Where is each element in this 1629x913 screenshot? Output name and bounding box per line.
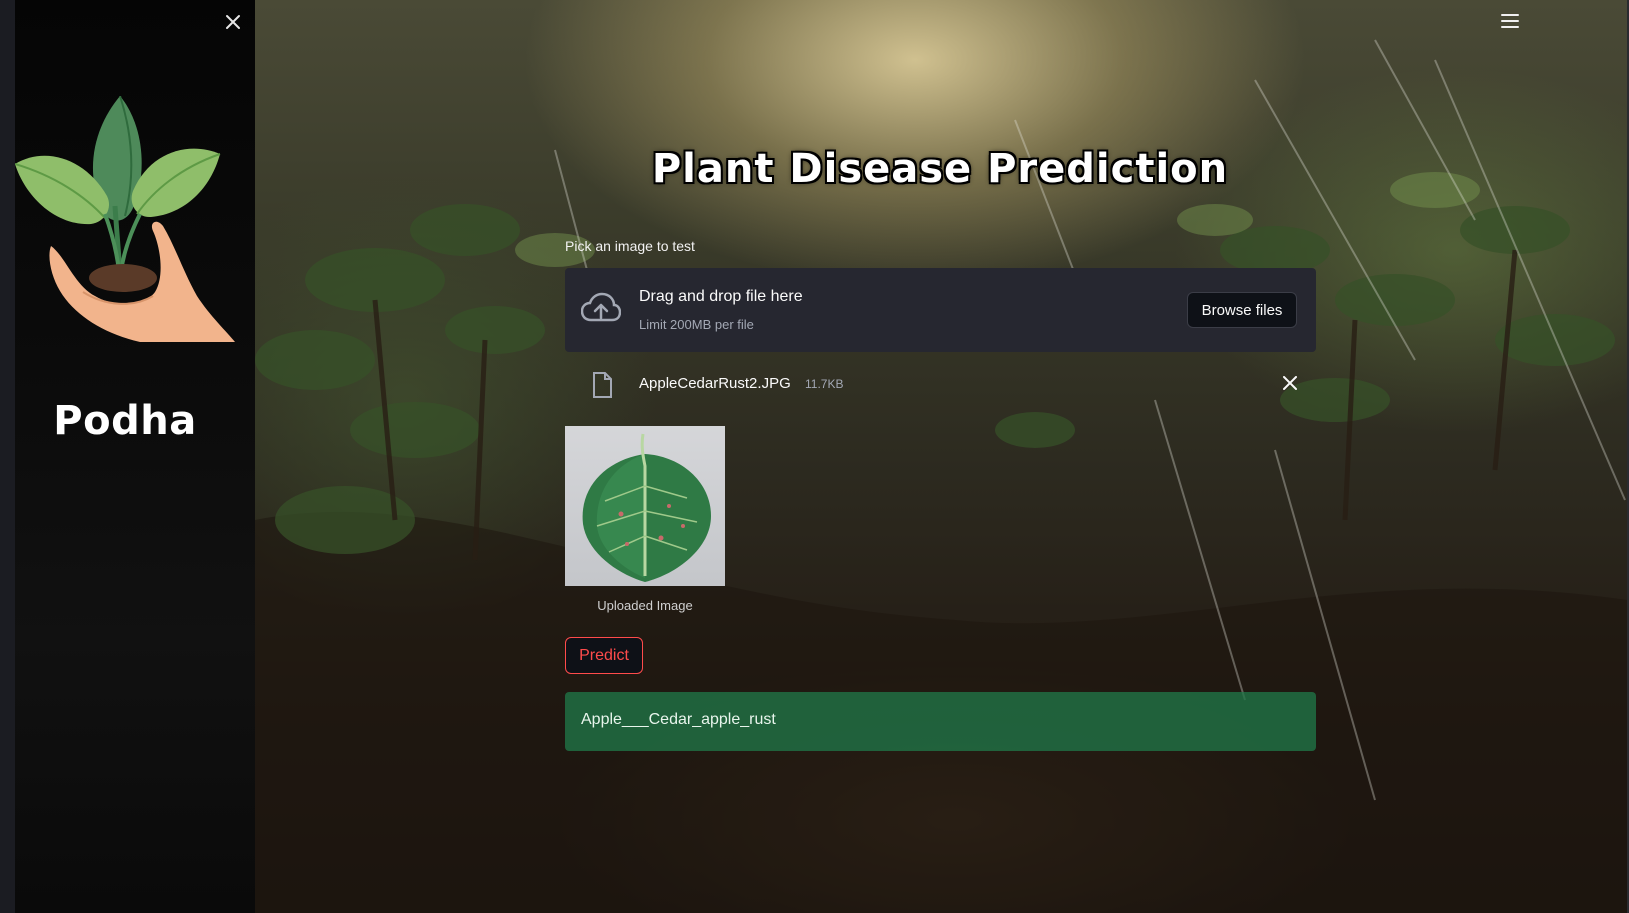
dropzone-limit: Limit 200MB per file xyxy=(639,317,754,332)
close-icon xyxy=(226,15,240,29)
cloud-upload-icon xyxy=(581,292,621,322)
file-dropzone[interactable]: Drag and drop file here Limit 200MB per … xyxy=(565,268,1316,352)
prediction-result: Apple___Cedar_apple_rust xyxy=(565,692,1316,751)
brand-name: Podha xyxy=(53,398,197,444)
prediction-result-text: Apple___Cedar_apple_rust xyxy=(581,711,776,728)
file-size: 11.7KB xyxy=(805,377,844,391)
file-icon xyxy=(593,372,612,398)
plant-in-hand-logo xyxy=(15,96,236,342)
page-title: Plant Disease Prediction xyxy=(651,146,1229,192)
image-caption: Uploaded Image xyxy=(597,598,693,613)
main-area: Plant Disease Prediction Pick an image t… xyxy=(255,0,1627,913)
dropzone-title: Drag and drop file here xyxy=(639,288,803,305)
background-plants-image xyxy=(255,39,1627,913)
file-name: AppleCedarRust2.JPG xyxy=(639,375,791,392)
app-window: Podha Plant Disease Prediction Pick an i… xyxy=(0,0,1629,913)
predict-button[interactable]: Predict xyxy=(565,637,643,674)
sidebar-close-button[interactable] xyxy=(219,8,247,36)
hamburger-menu-icon xyxy=(1501,14,1519,28)
window-edge xyxy=(0,0,15,913)
browse-files-button[interactable]: Browse files xyxy=(1187,292,1297,328)
remove-file-button[interactable] xyxy=(1277,370,1303,396)
main-menu-button[interactable] xyxy=(1495,6,1525,36)
close-icon xyxy=(1283,376,1297,390)
uploader-label: Pick an image to test xyxy=(565,238,695,254)
uploaded-image xyxy=(565,426,725,586)
sidebar: Podha xyxy=(15,0,255,913)
uploaded-file-row: AppleCedarRust2.JPG 11.7KB xyxy=(565,368,1316,400)
leaf-image xyxy=(582,433,711,582)
